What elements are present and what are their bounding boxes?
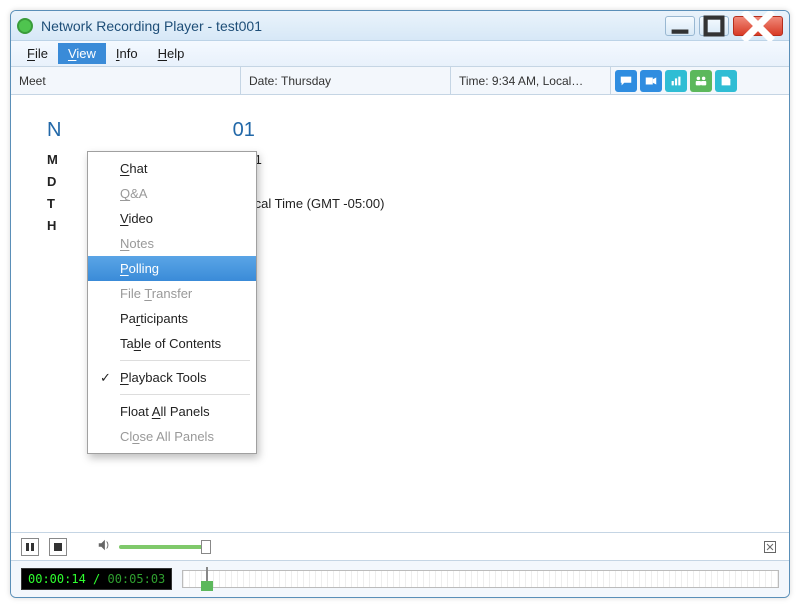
menu-separator [120,360,250,361]
doc-heading: N 01 [47,119,384,141]
playback-controls [11,533,789,561]
timeline-playhead[interactable] [201,567,213,591]
menu-info[interactable]: Info [106,43,148,64]
participants-icon[interactable] [690,70,712,92]
menu-item-participants[interactable]: Participants [88,306,256,331]
menu-item-toc[interactable]: Table of Contents [88,331,256,356]
menu-item-polling[interactable]: Polling [88,256,256,281]
notes-icon[interactable] [715,70,737,92]
titlebar[interactable]: Network Recording Player - test001 [11,11,789,41]
menu-item-chat[interactable]: Chat [88,156,256,181]
timecode: 00:00:14 / 00:05:03 [21,568,172,590]
time-total: 00:05:03 [107,572,165,586]
timeline-track[interactable] [182,570,779,588]
view-menu-dropdown: Chat Q&A Video Notes Polling File Transf… [87,151,257,454]
time-elapsed: 00:00:14 [28,572,86,586]
time-label: Time: [459,74,489,88]
toolbar-time: Time: 9:34 AM, Local… [451,67,611,94]
toolbar-date: Date: Thursday [241,67,451,94]
volume-slider-thumb[interactable] [201,540,211,554]
content-area: N 01 M 211 D T Local Time (GMT -05:00) H… [11,95,789,533]
app-window: Network Recording Player - test001 File … [10,10,790,598]
pause-button[interactable] [21,538,39,556]
maximize-button[interactable] [699,16,729,36]
menu-item-qa[interactable]: Q&A [88,181,256,206]
menu-item-close-all[interactable]: Close All Panels [88,424,256,449]
date-value: Thursday [281,74,331,88]
menubar: File View Info Help [11,41,789,67]
menu-item-file-transfer[interactable]: File Transfer [88,281,256,306]
volume-slider[interactable] [119,545,209,549]
date-label: Date: [249,74,278,88]
time-value: 9:34 AM, Local… [492,74,583,88]
toolbar-meeting: Meet [11,67,241,94]
video-icon[interactable] [640,70,662,92]
chat-icon[interactable] [615,70,637,92]
app-icon [17,18,33,34]
close-panel-button[interactable] [761,538,779,556]
timeline-bar: 00:00:14 / 00:05:03 [11,561,789,597]
menu-item-playback-tools[interactable]: Playback Tools [88,365,256,390]
polling-icon[interactable] [665,70,687,92]
menu-file[interactable]: File [17,43,58,64]
menu-separator [120,394,250,395]
menu-item-video[interactable]: Video [88,206,256,231]
meeting-label: Meet [19,74,46,88]
info-toolbar: Meet Date: Thursday Time: 9:34 AM, Local… [11,67,789,95]
minimize-button[interactable] [665,16,695,36]
volume-icon[interactable] [97,538,111,555]
window-title: Network Recording Player - test001 [41,18,262,34]
menu-item-float-all[interactable]: Float All Panels [88,399,256,424]
toolbar-icons [611,67,741,94]
stop-button[interactable] [49,538,67,556]
menu-view[interactable]: View [58,43,106,64]
menu-help[interactable]: Help [148,43,195,64]
close-button[interactable] [733,16,783,36]
volume-control [97,538,209,555]
menu-item-notes[interactable]: Notes [88,231,256,256]
